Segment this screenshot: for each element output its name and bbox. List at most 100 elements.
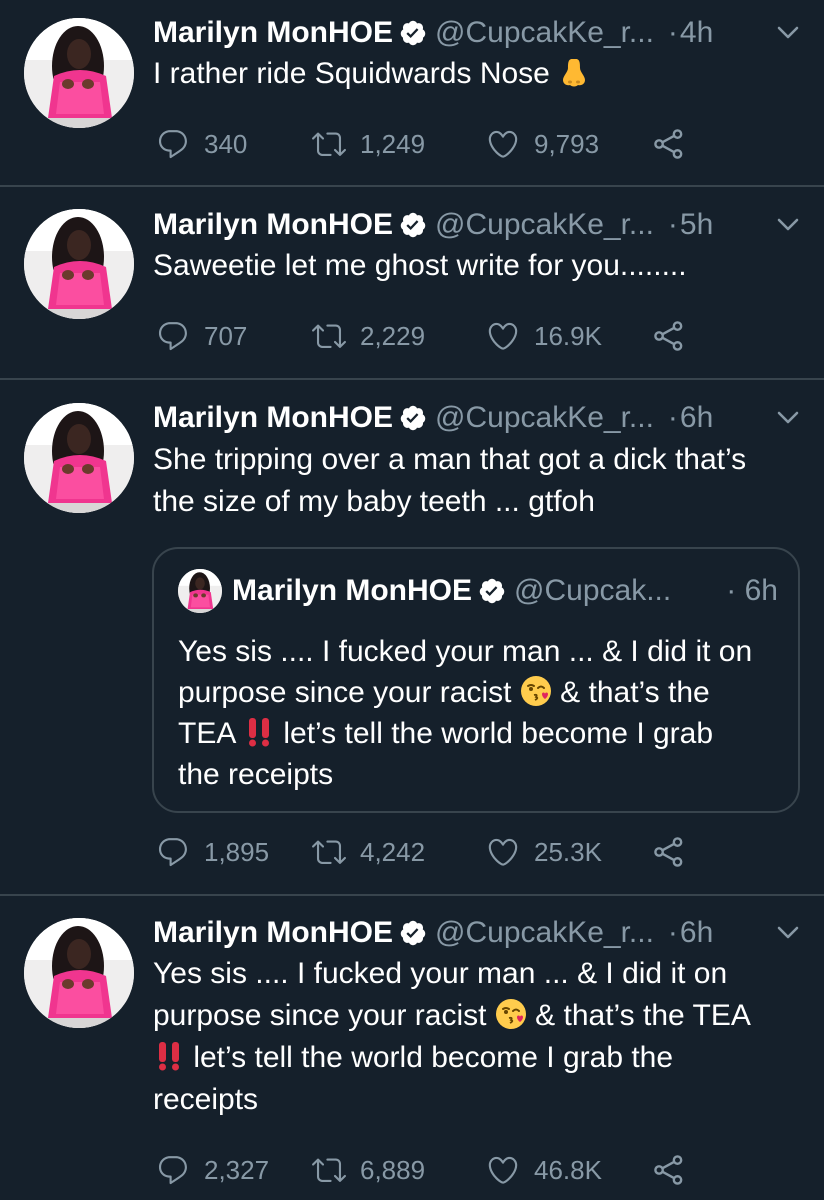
tweet-time-value: 6h [744,574,778,607]
tweet-actions: 2,327 6,889 46.8K [156,1153,696,1193]
tweet-time[interactable]: 5h [680,208,713,242]
separator-dot: · [667,401,678,434]
like-count: 16.9K [534,320,602,351]
reply-icon [156,1153,190,1187]
retweet-button[interactable]: 4,242 [312,835,425,869]
reply-button[interactable]: 2,327 [156,1153,269,1187]
tweet-text-line: purpose since your racist & that’s the T… [153,995,800,1037]
tweet-text-line: receipts [153,1083,259,1116]
user-handle[interactable]: @CupcakKe_r... [435,16,654,50]
display-name[interactable]: Marilyn MonHOE [153,916,393,950]
tweet-header: Marilyn MonHOE @CupcakKe_r... · 6h [153,398,804,438]
tweet-text: She tripping over a man that got a dick … [153,439,800,523]
share-icon [652,319,686,353]
retweet-icon [312,1153,346,1187]
tweet-text: Saweetie let me ghost write for you.....… [153,249,687,282]
kissing-face-emoji-icon [520,675,552,707]
retweet-button[interactable]: 1,249 [312,127,425,161]
tweet-text-part: & that’s the [551,676,710,709]
separator-dot: · [667,208,678,241]
tweet-text-part: purpose since your racist [153,999,495,1032]
display-name[interactable]: Marilyn MonHOE [153,16,393,50]
share-icon [652,127,686,161]
tweet-feed: Marilyn MonHOE @CupcakKe_r... · 4h I rat… [0,0,824,1200]
reply-icon [156,319,190,353]
like-count: 9,793 [534,128,600,159]
share-button[interactable] [652,1153,700,1187]
like-icon [486,835,520,869]
user-handle[interactable]: @CupcakKe_r... [435,208,654,242]
display-name[interactable]: Marilyn MonHOE [153,208,393,242]
avatar[interactable] [24,403,134,513]
reply-button[interactable]: 340 [156,127,247,161]
quoted-tweet-text: Yes sis .... I fucked your man ... & I d… [178,631,778,795]
tweet-text-line: purpose since your racist & that’s the [178,672,778,713]
share-button[interactable] [652,835,700,869]
reply-count: 1,895 [204,836,270,867]
like-icon [486,1153,520,1187]
user-handle: @Cupcak... [514,574,672,607]
tweet-text-part: let’s tell the world become I grab the [185,1041,674,1074]
reply-count: 2,327 [204,1154,270,1185]
reply-count: 707 [204,320,248,351]
like-icon [486,127,520,161]
chevron-down-icon[interactable] [776,217,800,233]
double-exclamation-emoji-icon [243,716,275,748]
user-handle[interactable]: @CupcakKe_r... [435,916,654,950]
reply-icon [156,835,190,869]
display-name[interactable]: Marilyn MonHOE [153,401,393,435]
share-icon [652,1153,686,1187]
retweet-count: 4,242 [360,836,426,867]
tweet-text-part: purpose since your racist [178,676,520,709]
reply-icon [156,127,190,161]
retweet-icon [312,127,346,161]
reply-count: 340 [204,128,248,159]
chevron-down-icon[interactable] [776,410,800,426]
retweet-button[interactable]: 2,229 [312,319,425,353]
nose-emoji-icon [558,56,590,88]
separator-dot: · [667,916,678,949]
verified-badge-icon [399,919,427,947]
tweet-time[interactable]: 6h [680,401,713,435]
tweet-time[interactable]: 6h [680,916,713,950]
tweet-text: I rather ride Squidwards Nose [153,53,800,95]
double-exclamation-emoji-icon [153,1040,185,1072]
like-button[interactable]: 16.9K [486,319,602,353]
chevron-down-icon[interactable] [776,25,800,41]
quoted-tweet-header: Marilyn MonHOE @Cupcak... · 6h [178,569,778,613]
tweet-header: Marilyn MonHOE @CupcakKe_r... · 6h [153,913,804,953]
share-button[interactable] [652,319,700,353]
like-button[interactable]: 46.8K [486,1153,602,1187]
like-button[interactable]: 25.3K [486,835,602,869]
tweet[interactable]: Marilyn MonHOE @CupcakKe_r... · 6h Yes s… [0,896,824,1200]
separator-dot: · [726,574,737,607]
avatar[interactable] [24,918,134,1028]
verified-badge-icon [399,404,427,432]
tweet[interactable]: Marilyn MonHOE @CupcakKe_r... · 6h She t… [0,380,824,894]
reply-button[interactable]: 707 [156,319,247,353]
display-name: Marilyn MonHOE [232,574,473,607]
verified-badge-icon [399,211,427,239]
tweet-text-part: let’s tell the world become I grab [275,717,714,750]
reply-button[interactable]: 1,895 [156,835,269,869]
chevron-down-icon[interactable] [776,925,800,941]
avatar[interactable] [24,18,134,128]
avatar[interactable] [24,209,134,319]
tweet-text: Yes sis .... I fucked your man ... & I d… [153,953,800,1121]
tweet-text-part: & that’s the TEA [526,999,751,1032]
tweet[interactable]: Marilyn MonHOE @CupcakKe_r... · 5h Sawee… [0,187,824,378]
tweet-text-line: the size of my baby teeth ... gtfoh [153,485,595,518]
like-icon [486,319,520,353]
tweet-time[interactable]: 4h [680,16,713,50]
tweet-text-line: She tripping over a man that got a dick … [153,443,747,476]
tweet[interactable]: Marilyn MonHOE @CupcakKe_r... · 4h I rat… [0,0,824,186]
share-button[interactable] [652,127,700,161]
quoted-tweet[interactable]: Marilyn MonHOE @Cupcak... · 6h Yes sis .… [152,547,800,813]
tweet-text-part: TEA [178,717,244,750]
tweet-text-line: TEA let’s tell the world become I grab [178,713,778,754]
verified-badge-icon [399,19,427,47]
like-button[interactable]: 9,793 [486,127,599,161]
retweet-button[interactable]: 6,889 [312,1153,425,1187]
tweet-text-part: I rather ride Squidwards Nose [153,57,559,90]
user-handle[interactable]: @CupcakKe_r... [435,401,654,435]
